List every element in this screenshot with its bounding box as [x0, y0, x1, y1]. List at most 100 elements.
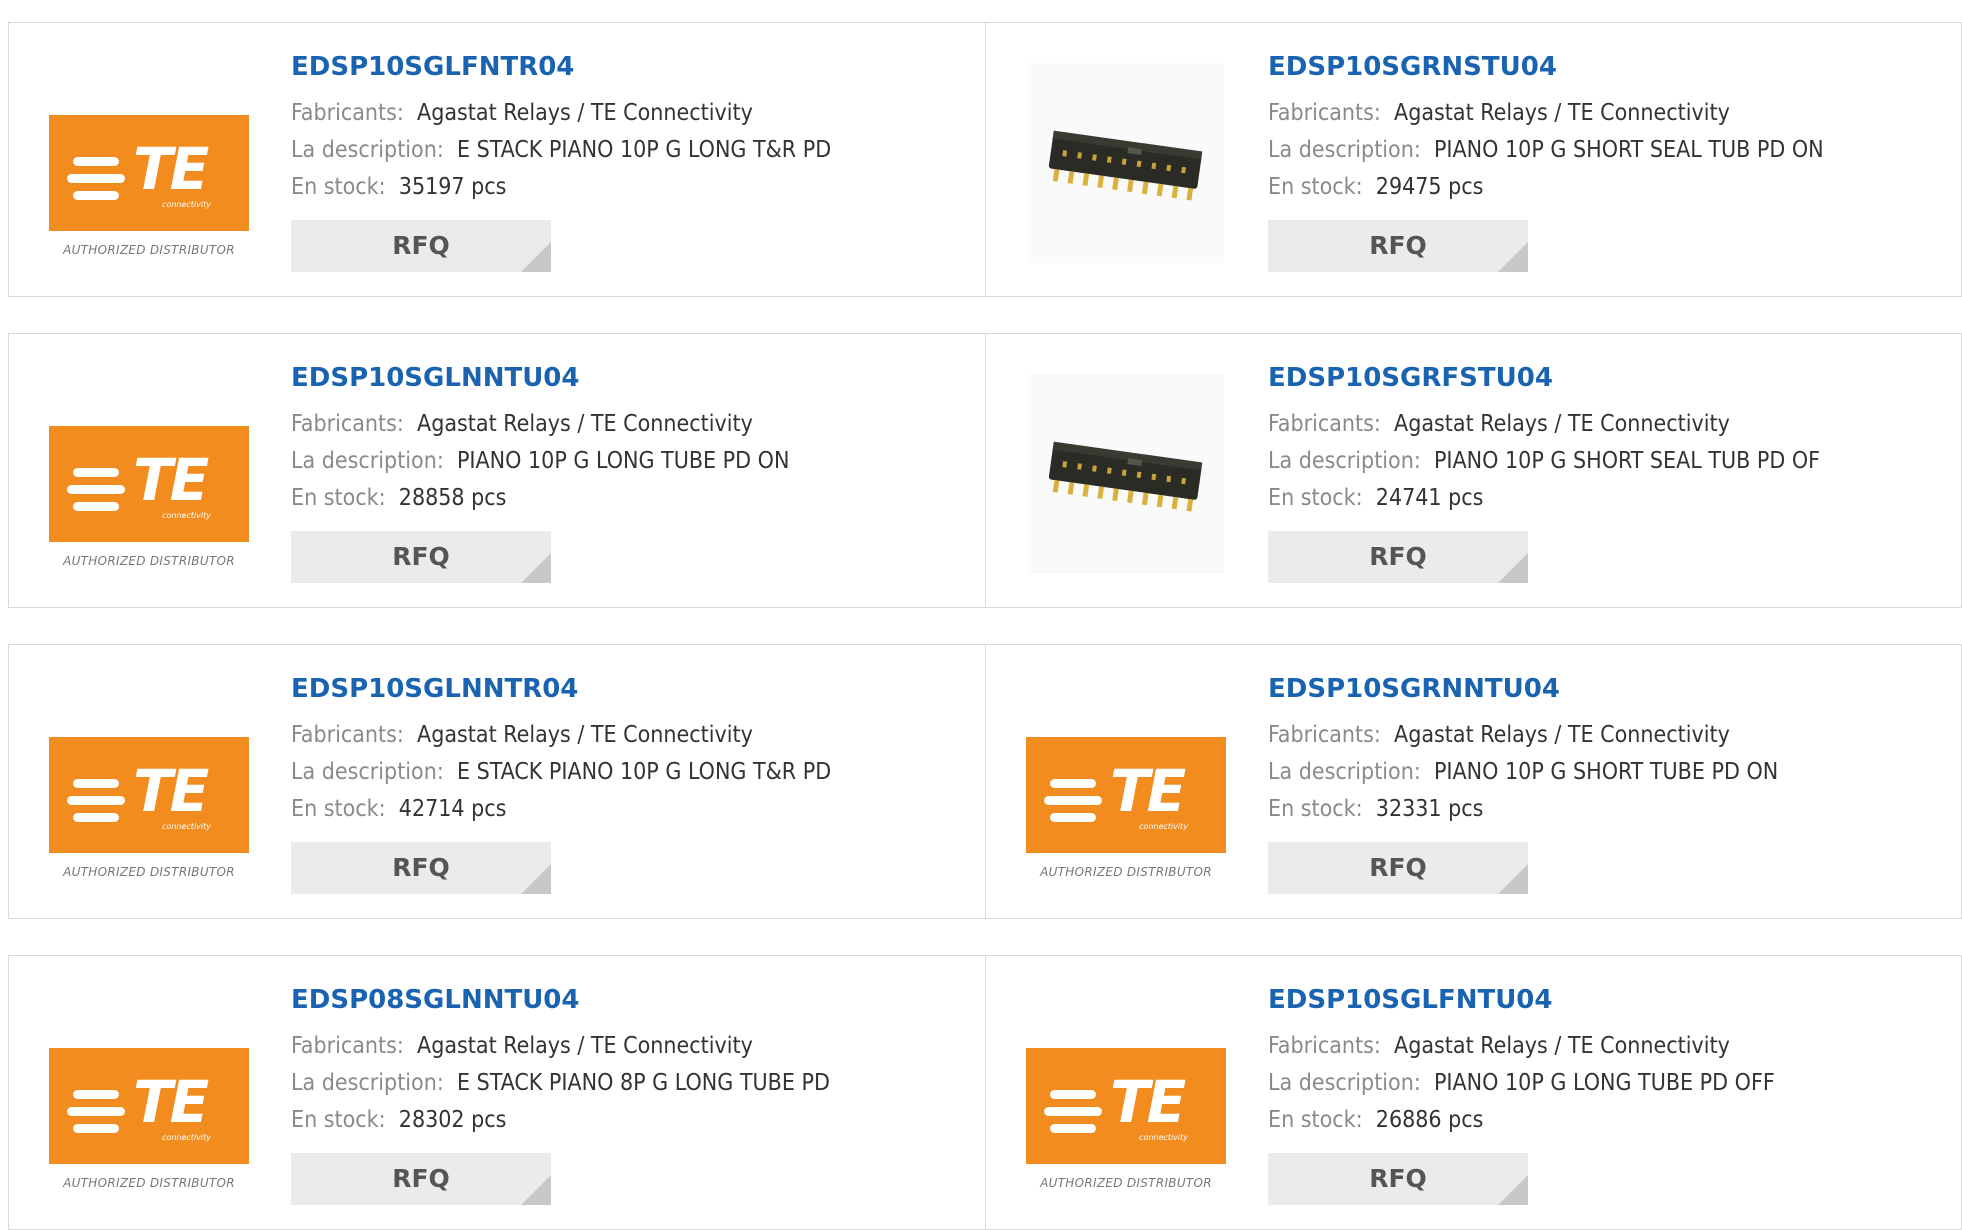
product-thumbnail[interactable]: TE connectivity AUTHORIZED DISTRIBUTOR	[49, 63, 249, 263]
rfq-button[interactable]: RFQ	[291, 220, 551, 272]
rfq-label: RFQ	[392, 542, 450, 571]
product-card: TE connectivity AUTHORIZED DISTRIBUTOR E…	[9, 334, 985, 607]
rfq-label: RFQ	[392, 1164, 450, 1193]
product-info: EDSP10SGRNNTU04 Fabricants: Agastat Relay…	[1268, 673, 1778, 894]
description-label: La description:	[291, 759, 444, 785]
part-number-link[interactable]: EDSP10SGRNSTU04	[1268, 51, 1824, 83]
rfq-label: RFQ	[392, 231, 450, 260]
manufacturer-value: Agastat Relays / TE Connectivity	[417, 722, 753, 748]
logo-tagline: AUTHORIZED DISTRIBUTOR	[63, 243, 235, 257]
product-thumbnail[interactable]	[1026, 63, 1226, 263]
product-info: EDSP10SGLFNTU04 Fabricants: Agastat Relay…	[1268, 984, 1775, 1205]
part-number-link[interactable]: EDSP10SGLNNTU04	[291, 362, 789, 394]
product-thumbnail[interactable]: TE connectivity AUTHORIZED DISTRIBUTOR	[1026, 996, 1226, 1196]
stock-line: En stock: 28858 pcs	[291, 480, 789, 517]
description-label: La description:	[1268, 137, 1421, 163]
logo-subtext: connectivity	[162, 511, 211, 520]
description-line: La description: PIANO 10P G SHORT SEAL T…	[1268, 132, 1824, 169]
rfq-button[interactable]: RFQ	[291, 842, 551, 894]
description-line: La description: E STACK PIANO 10P G LONG…	[291, 754, 831, 791]
stock-label: En stock:	[1268, 174, 1363, 200]
stock-value: 35197 pcs	[398, 174, 507, 200]
product-card: TE connectivity AUTHORIZED DISTRIBUTOR E…	[985, 645, 1961, 918]
product-card: EDSP10SGRFSTU04 Fabricants: Agastat Relay…	[985, 334, 1961, 607]
product-thumbnail[interactable]: TE connectivity AUTHORIZED DISTRIBUTOR	[49, 685, 249, 885]
product-info: EDSP10SGLNNTU04 Fabricants: Agastat Relay…	[291, 362, 789, 583]
stock-value: 28858 pcs	[398, 485, 507, 511]
logo-letters: TE	[133, 1068, 209, 1136]
manufacturer-line: Fabricants: Agastat Relays / TE Connecti…	[1268, 717, 1778, 754]
logo-tagline: AUTHORIZED DISTRIBUTOR	[63, 554, 235, 568]
rfq-button[interactable]: RFQ	[1268, 220, 1528, 272]
logo-subtext: connectivity	[1139, 1133, 1188, 1142]
part-number-link[interactable]: EDSP10SGLNNTR04	[291, 673, 831, 705]
logo-subtext: connectivity	[162, 822, 211, 831]
product-thumbnail[interactable]: TE connectivity AUTHORIZED DISTRIBUTOR	[49, 374, 249, 574]
dip-switch-photo[interactable]	[1028, 374, 1224, 574]
part-number-link[interactable]: EDSP10SGLFNTR04	[291, 51, 831, 83]
rfq-label: RFQ	[1369, 231, 1427, 260]
description-line: La description: PIANO 10P G SHORT TUBE P…	[1268, 754, 1778, 791]
description-label: La description:	[1268, 448, 1421, 474]
stock-label: En stock:	[291, 1107, 386, 1133]
stock-label: En stock:	[291, 796, 386, 822]
logo-letters: TE	[1110, 1068, 1186, 1136]
description-line: La description: PIANO 10P G LONG TUBE PD…	[1268, 1065, 1775, 1102]
product-card: TE connectivity AUTHORIZED DISTRIBUTOR E…	[9, 23, 985, 296]
te-connectivity-logo: TE connectivity AUTHORIZED DISTRIBUTOR	[49, 737, 249, 879]
te-logo-mark: TE connectivity	[49, 1048, 249, 1164]
product-info: EDSP10SGLFNTR04 Fabricants: Agastat Relay…	[291, 51, 831, 272]
button-corner-decoration	[521, 864, 551, 894]
button-corner-decoration	[521, 553, 551, 583]
logo-letters: TE	[133, 757, 209, 825]
product-thumbnail[interactable]: TE connectivity AUTHORIZED DISTRIBUTOR	[1026, 685, 1226, 885]
product-row: TE connectivity AUTHORIZED DISTRIBUTOR E…	[8, 333, 1962, 608]
stock-value: 29475 pcs	[1375, 174, 1484, 200]
button-corner-decoration	[1498, 553, 1528, 583]
rfq-button[interactable]: RFQ	[1268, 1153, 1528, 1205]
rfq-button[interactable]: RFQ	[1268, 842, 1528, 894]
description-value: E STACK PIANO 10P G LONG T&R PD	[456, 759, 832, 785]
button-corner-decoration	[521, 1175, 551, 1205]
rfq-label: RFQ	[392, 853, 450, 882]
description-label: La description:	[1268, 1070, 1421, 1096]
stock-line: En stock: 35197 pcs	[291, 169, 831, 206]
manufacturer-label: Fabricants:	[1268, 1033, 1381, 1059]
stock-value: 24741 pcs	[1375, 485, 1484, 511]
te-connectivity-logo: TE connectivity AUTHORIZED DISTRIBUTOR	[1026, 1048, 1226, 1190]
rfq-button[interactable]: RFQ	[291, 1153, 551, 1205]
description-line: La description: E STACK PIANO 8P G LONG …	[291, 1065, 830, 1102]
part-number-link[interactable]: EDSP08SGLNNTU04	[291, 984, 830, 1016]
te-connectivity-logo: TE connectivity AUTHORIZED DISTRIBUTOR	[49, 426, 249, 568]
description-value: PIANO 10P G LONG TUBE PD OFF	[1433, 1070, 1775, 1096]
description-value: PIANO 10P G LONG TUBE PD ON	[456, 448, 790, 474]
part-number-link[interactable]: EDSP10SGRFSTU04	[1268, 362, 1820, 394]
rfq-button[interactable]: RFQ	[291, 531, 551, 583]
part-number-link[interactable]: EDSP10SGLFNTU04	[1268, 984, 1775, 1016]
manufacturer-value: Agastat Relays / TE Connectivity	[417, 1033, 753, 1059]
product-card: TE connectivity AUTHORIZED DISTRIBUTOR E…	[985, 956, 1961, 1229]
manufacturer-label: Fabricants:	[1268, 100, 1381, 126]
product-card: TE connectivity AUTHORIZED DISTRIBUTOR E…	[9, 645, 985, 918]
product-thumbnail[interactable]: TE connectivity AUTHORIZED DISTRIBUTOR	[49, 996, 249, 1196]
manufacturer-value: Agastat Relays / TE Connectivity	[1394, 722, 1730, 748]
stock-label: En stock:	[1268, 1107, 1363, 1133]
rfq-button[interactable]: RFQ	[1268, 531, 1528, 583]
product-thumbnail[interactable]	[1026, 374, 1226, 574]
manufacturer-value: Agastat Relays / TE Connectivity	[417, 100, 753, 126]
logo-subtext: connectivity	[1139, 822, 1188, 831]
logo-tagline: AUTHORIZED DISTRIBUTOR	[1040, 865, 1212, 879]
stock-value: 28302 pcs	[398, 1107, 507, 1133]
logo-letters: TE	[133, 135, 209, 203]
stock-label: En stock:	[1268, 485, 1363, 511]
dip-switch-photo[interactable]	[1028, 63, 1224, 263]
stock-line: En stock: 24741 pcs	[1268, 480, 1820, 517]
stock-line: En stock: 28302 pcs	[291, 1102, 830, 1139]
stock-line: En stock: 42714 pcs	[291, 791, 831, 828]
part-number-link[interactable]: EDSP10SGRNNTU04	[1268, 673, 1778, 705]
te-connectivity-logo: TE connectivity AUTHORIZED DISTRIBUTOR	[49, 115, 249, 257]
logo-tagline: AUTHORIZED DISTRIBUTOR	[1040, 1176, 1212, 1190]
manufacturer-line: Fabricants: Agastat Relays / TE Connecti…	[291, 717, 831, 754]
product-info: EDSP10SGLNNTR04 Fabricants: Agastat Relay…	[291, 673, 831, 894]
stock-line: En stock: 32331 pcs	[1268, 791, 1778, 828]
